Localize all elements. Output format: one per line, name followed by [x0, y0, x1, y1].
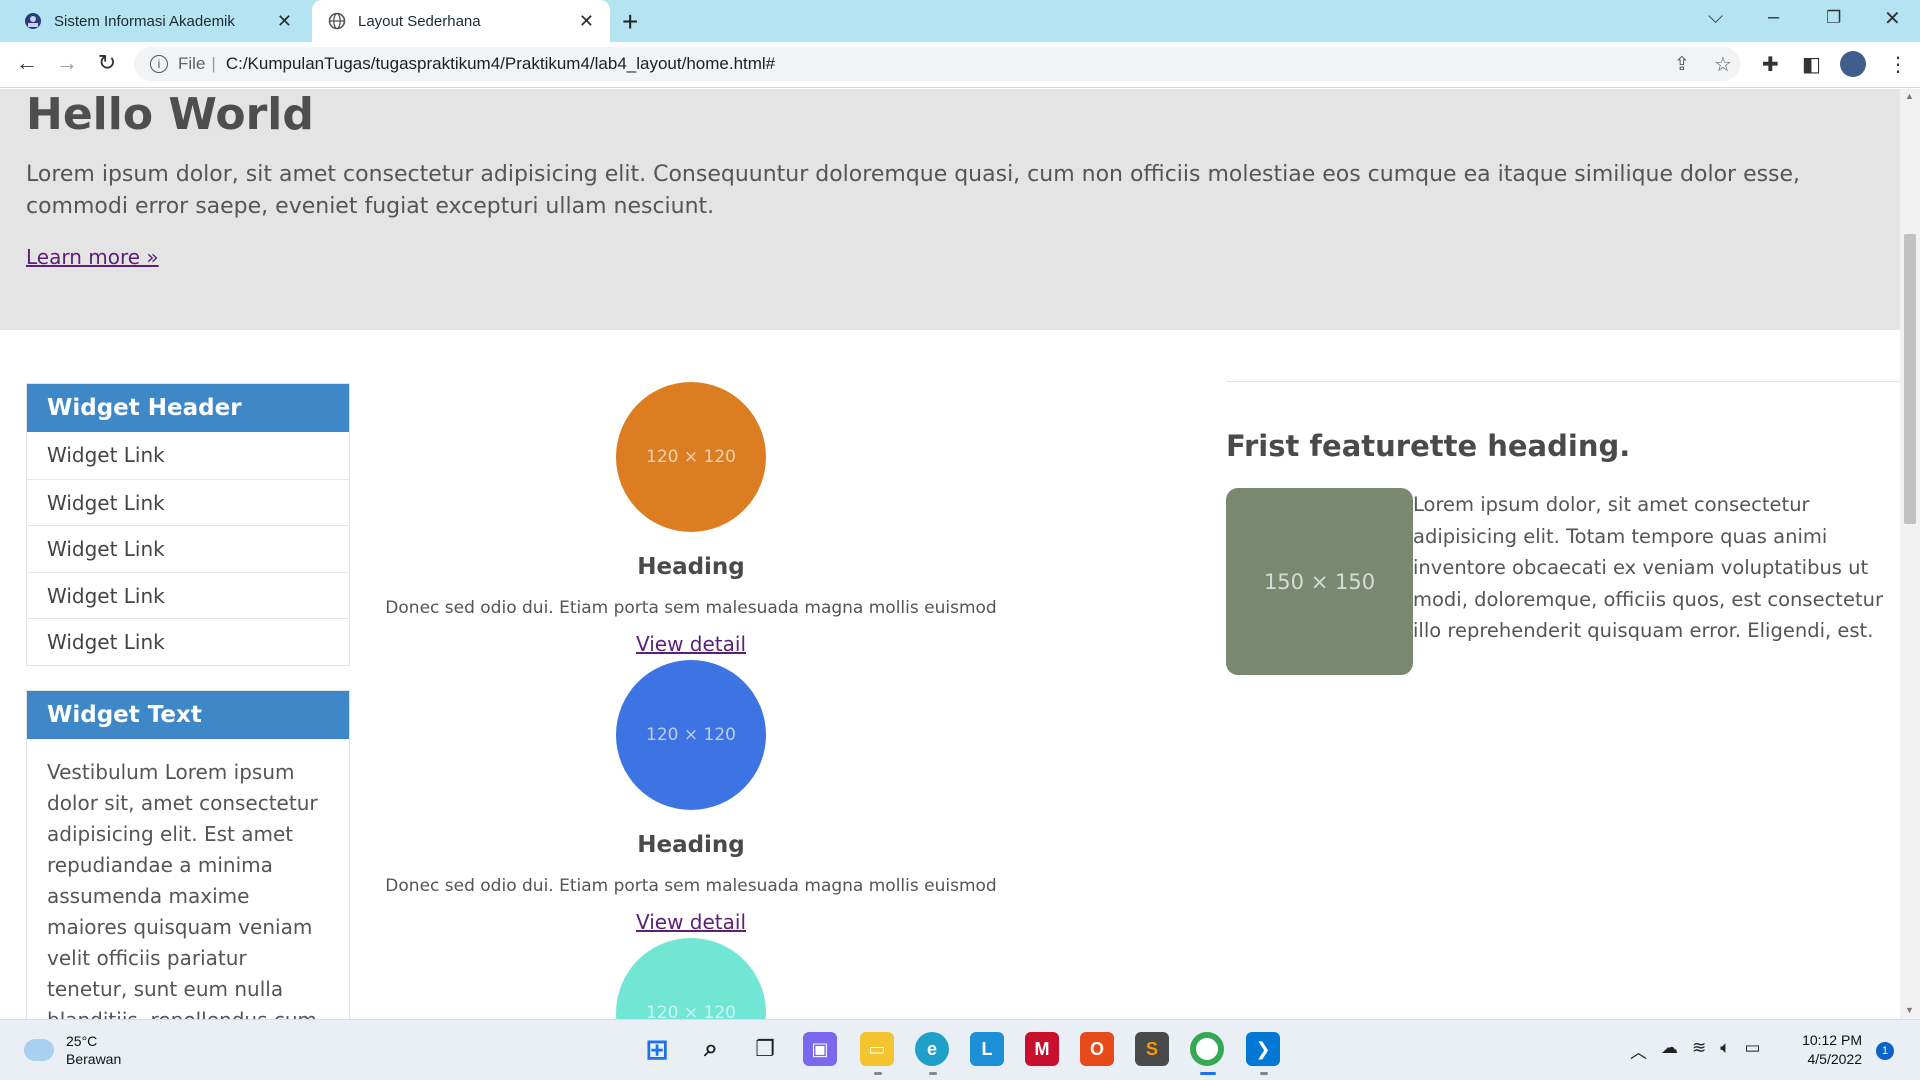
widget-link[interactable]: Widget Link: [27, 571, 349, 619]
feature-text: Donec sed odio dui. Etiam porta sem male…: [385, 598, 997, 618]
task-view-icon[interactable]: ❐: [748, 1032, 782, 1066]
file-explorer-icon[interactable]: ▭: [860, 1032, 894, 1066]
tab-title: Layout Sederhana: [358, 12, 481, 30]
widget-text-body: Vestibulum Lorem ipsum dolor sit, amet c…: [47, 760, 323, 1019]
feature-image-placeholder: 120 × 120: [616, 382, 766, 532]
close-tab-icon[interactable]: ✕: [277, 11, 292, 32]
minimize-icon[interactable]: –: [1768, 6, 1779, 29]
vscode-icon[interactable]: ❯: [1246, 1032, 1280, 1066]
close-tab-icon[interactable]: ✕: [579, 11, 594, 32]
featurette-image-placeholder: 150 × 150: [1226, 488, 1413, 675]
restore-icon[interactable]: ❐: [1826, 8, 1841, 28]
separator: |: [211, 54, 216, 73]
weather-temp: 25°C: [66, 1033, 98, 1049]
clock[interactable]: 10:12 PM 4/5/2022: [1800, 1031, 1862, 1069]
address-bar[interactable]: i File | C:/KumpulanTugas/tugaspraktikum…: [134, 47, 1740, 81]
widget-link[interactable]: Widget Link: [27, 432, 349, 479]
university-logo-icon: [24, 12, 42, 30]
jumbotron-title: Hello World: [26, 89, 314, 140]
wifi-icon[interactable]: ≋: [1692, 1038, 1706, 1063]
mcafee-icon[interactable]: M: [1025, 1032, 1059, 1066]
browser-tab-strip: Sistem Informasi Akademik ✕ Layout Seder…: [0, 0, 1920, 42]
weather-text: 25°C Berawan: [66, 1032, 121, 1068]
menu-kebab-icon[interactable]: ⋮: [1888, 52, 1908, 77]
tab-search-icon[interactable]: ⌵: [1708, 6, 1723, 29]
search-icon[interactable]: ⌕: [694, 1032, 728, 1066]
jumbotron: Hello World Lorem ipsum dolor, sit amet …: [0, 89, 1900, 330]
feature-card: 120 × 120 Heading Donec sed odio dui. Et…: [380, 660, 1002, 934]
extensions-icon[interactable]: ✚: [1762, 52, 1779, 77]
scrollbar-thumb[interactable]: [1904, 234, 1916, 524]
show-hidden-icons-icon[interactable]: ︿: [1630, 1038, 1647, 1063]
app-l-icon[interactable]: L: [970, 1032, 1004, 1066]
jumbotron-text: Lorem ipsum dolor, sit amet consectetur …: [26, 162, 1801, 219]
system-tray: ︿ ☁ ≋ 🔈︎ ▭: [1630, 1038, 1761, 1063]
featurette-heading: Frist featurette heading.: [1226, 429, 1631, 463]
info-icon[interactable]: i: [150, 55, 168, 73]
view-detail-link[interactable]: View detail: [636, 910, 746, 934]
office-icon[interactable]: O: [1080, 1032, 1114, 1066]
feature-heading: Heading: [637, 554, 745, 580]
url-text[interactable]: C:/KumpulanTugas/tugaspraktikum4/Praktik…: [226, 54, 775, 74]
scroll-down-icon[interactable]: ▼: [1905, 1005, 1914, 1015]
vertical-scrollbar[interactable]: ▲ ▼: [1900, 89, 1920, 1019]
featurette-text: Lorem ipsum dolor, sit amet consectetur …: [1413, 493, 1883, 642]
forward-icon[interactable]: →: [52, 50, 82, 76]
scheme-label: File: [178, 54, 206, 73]
taskbar: 25°C Berawan ⊞ ⌕ ❐ ▣ ▭ e L M O S ❯ ︿ ☁ ≋…: [0, 1019, 1920, 1080]
back-icon[interactable]: ←: [12, 50, 42, 76]
active-indicator: [1200, 1072, 1216, 1075]
onedrive-icon[interactable]: ☁: [1661, 1038, 1678, 1063]
view-detail-link[interactable]: View detail: [636, 632, 746, 656]
globe-icon: [328, 12, 346, 30]
widget-text: Widget Text Vestibulum Lorem ipsum dolor…: [26, 690, 350, 1019]
divider: [1226, 381, 1900, 382]
battery-icon[interactable]: ▭: [1744, 1038, 1760, 1063]
widget-links: Widget Header Widget Link Widget Link Wi…: [26, 383, 350, 666]
widget-header: Widget Text: [27, 691, 349, 739]
tab-sistem-informasi[interactable]: Sistem Informasi Akademik ✕: [8, 0, 308, 42]
sublime-text-icon[interactable]: S: [1135, 1032, 1169, 1066]
start-icon[interactable]: ⊞: [640, 1032, 674, 1066]
volume-icon[interactable]: 🔈︎: [1720, 1038, 1730, 1063]
widget-header: Widget Header: [27, 384, 349, 432]
running-indicator: [874, 1072, 882, 1075]
cloud-icon: [24, 1039, 54, 1061]
feature-image-placeholder: 120 × 120: [616, 660, 766, 810]
tab-title: Sistem Informasi Akademik: [54, 12, 235, 30]
new-tab-icon[interactable]: +: [622, 6, 638, 38]
feature-heading: Heading: [637, 832, 745, 858]
feature-image-placeholder: 120 × 120: [616, 938, 766, 1019]
page-viewport: Hello World Lorem ipsum dolor, sit amet …: [0, 89, 1900, 1019]
teams-chat-icon[interactable]: ▣: [803, 1032, 837, 1066]
weather-condition: Berawan: [66, 1051, 122, 1067]
feature-text: Donec sed odio dui. Etiam porta sem male…: [385, 876, 997, 896]
side-panel-icon[interactable]: ◧: [1802, 52, 1821, 77]
scroll-up-icon[interactable]: ▲: [1905, 91, 1914, 101]
close-window-icon[interactable]: ✕: [1884, 6, 1901, 31]
widget-link[interactable]: Widget Link: [27, 478, 349, 526]
browser-toolbar: ← → ↻ i File | C:/KumpulanTugas/tugaspra…: [0, 42, 1920, 88]
notification-badge[interactable]: 1: [1876, 1042, 1894, 1060]
learn-more-link[interactable]: Learn more »: [26, 245, 159, 269]
share-icon[interactable]: ⇪: [1674, 53, 1690, 76]
edge-icon[interactable]: e: [915, 1032, 949, 1066]
running-indicator: [929, 1072, 937, 1075]
profile-avatar[interactable]: [1840, 51, 1866, 77]
feature-card: 120 × 120: [380, 938, 1002, 1019]
weather-widget[interactable]: 25°C Berawan: [24, 1032, 121, 1068]
bookmark-star-icon[interactable]: ☆: [1714, 52, 1732, 77]
running-indicator: [1260, 1072, 1268, 1075]
widget-link[interactable]: Widget Link: [27, 618, 349, 665]
tab-layout-sederhana[interactable]: Layout Sederhana ✕: [312, 0, 610, 42]
reload-icon[interactable]: ↻: [92, 50, 122, 76]
chrome-icon[interactable]: [1190, 1032, 1224, 1066]
clock-time: 10:12 PM: [1802, 1032, 1862, 1048]
clock-date: 4/5/2022: [1807, 1051, 1863, 1067]
widget-link[interactable]: Widget Link: [27, 525, 349, 572]
feature-card: 120 × 120 Heading Donec sed odio dui. Et…: [380, 382, 1002, 656]
